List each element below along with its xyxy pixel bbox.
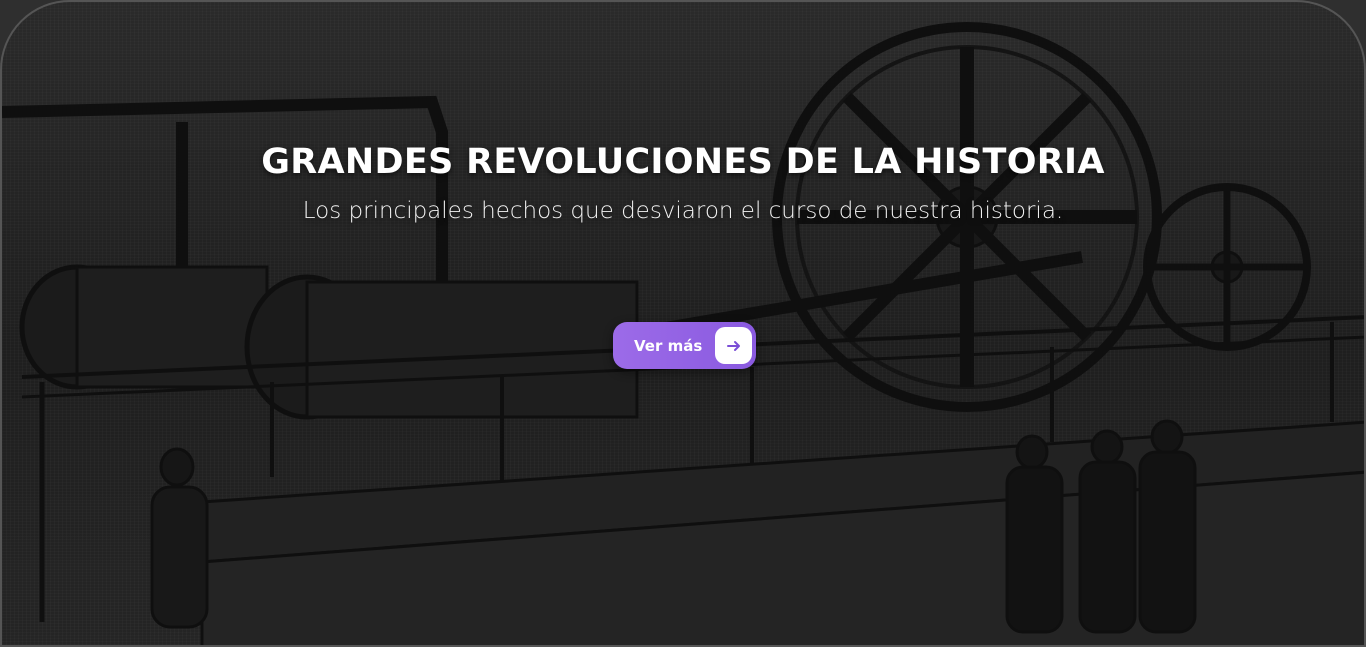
hero-title: GRANDES REVOLUCIONES DE LA HISTORIA <box>261 142 1105 182</box>
arrow-right-icon <box>715 327 752 364</box>
hero-subtitle: Los principales hechos que desviaron el … <box>302 198 1064 224</box>
hero-banner: GRANDES REVOLUCIONES DE LA HISTORIA Los … <box>0 0 1366 647</box>
ver-mas-label: Ver más <box>634 336 703 355</box>
ver-mas-button[interactable]: Ver más <box>613 322 756 369</box>
